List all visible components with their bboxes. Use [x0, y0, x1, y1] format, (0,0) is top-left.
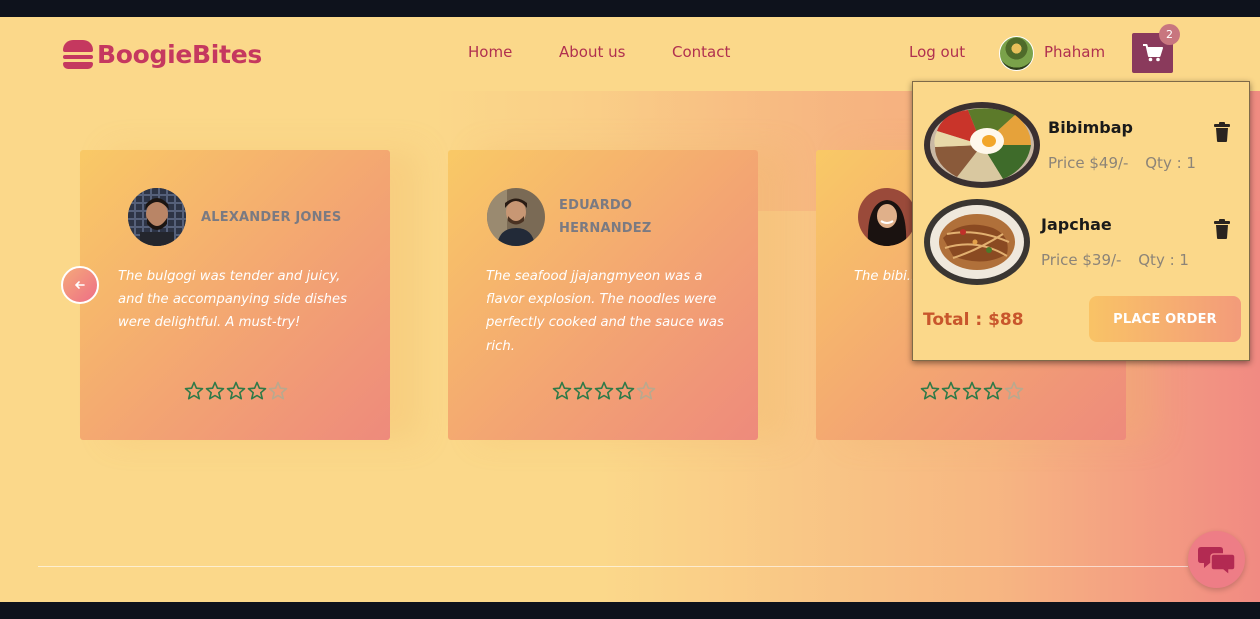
star-filled-icon	[962, 381, 982, 400]
star-filled-icon	[184, 381, 204, 400]
reviewer-avatar	[128, 188, 186, 246]
star-filled-icon	[552, 381, 572, 400]
star-empty-icon	[1004, 381, 1024, 400]
logout-link[interactable]: Log out	[909, 43, 965, 61]
page: BoogieBites Home About us Contact Log ou…	[0, 17, 1260, 602]
nav-contact[interactable]: Contact	[672, 43, 730, 61]
star-filled-icon	[983, 381, 1003, 400]
testimonial-card: ALEXANDER JONES The bulgogi was tender a…	[80, 150, 390, 440]
place-order-button[interactable]: PLACE ORDER	[1089, 296, 1241, 342]
browser-top-bar	[0, 0, 1260, 17]
cart-item-name: Japchae	[1041, 215, 1112, 234]
trash-icon[interactable]	[1213, 122, 1231, 142]
chat-button[interactable]	[1188, 531, 1245, 588]
star-empty-icon	[636, 381, 656, 400]
trash-icon[interactable]	[1213, 219, 1231, 239]
review-text: The seafood jjajangmyeon was a flavor ex…	[486, 269, 724, 354]
shopping-cart-icon	[1142, 44, 1163, 62]
cart-item-qty: Qty : 1	[1145, 154, 1196, 172]
star-rating	[184, 381, 288, 401]
star-filled-icon	[941, 381, 961, 400]
cart-item-price: Price $49/-	[1048, 154, 1129, 172]
review-text: The bulgogi was tender and juicy, and th…	[118, 269, 347, 331]
cart-item-name: Bibimbap	[1048, 118, 1133, 137]
cart-item-qty: Qty : 1	[1138, 251, 1189, 269]
nav-about-us[interactable]: About us	[559, 43, 625, 61]
burger-icon	[62, 38, 94, 70]
brand-logo[interactable]: BoogieBites	[62, 38, 262, 70]
cart-item-meta: Price $49/- Qty : 1	[1048, 154, 1196, 172]
user-avatar[interactable]	[999, 36, 1034, 71]
cart-item-price: Price $39/-	[1041, 251, 1122, 269]
carousel-prev-button[interactable]	[61, 266, 99, 304]
star-filled-icon	[594, 381, 614, 400]
reviewer-name: ALEXANDER JONES	[201, 210, 342, 225]
cart-total: Total : $88	[923, 310, 1024, 330]
reviewer-avatar	[858, 188, 916, 246]
arrow-left-icon	[75, 281, 85, 289]
star-rating	[920, 381, 1024, 401]
testimonial-card: EDUARDO HERNANDEZ The seafood jjajangmye…	[448, 150, 758, 440]
browser-bottom-bar	[0, 602, 1260, 619]
star-filled-icon	[226, 381, 246, 400]
cart-item-image	[923, 198, 1031, 286]
cart-count-badge: 2	[1159, 24, 1180, 45]
star-empty-icon	[268, 381, 288, 400]
cart-dropdown: Bibimbap Price $49/- Qty : 1 Japchae Pri…	[912, 81, 1250, 361]
star-filled-icon	[247, 381, 267, 400]
star-filled-icon	[615, 381, 635, 400]
star-rating	[552, 381, 656, 401]
brand-name: BoogieBites	[97, 39, 262, 69]
reviewer-name: EDUARDO HERNANDEZ	[559, 198, 652, 236]
user-name[interactable]: Phaham	[1044, 43, 1105, 61]
star-filled-icon	[205, 381, 225, 400]
section-divider	[38, 566, 1188, 567]
nav-home[interactable]: Home	[468, 43, 512, 61]
chat-bubbles-icon	[1197, 546, 1236, 576]
cart-item-image	[923, 101, 1041, 189]
star-filled-icon	[920, 381, 940, 400]
star-filled-icon	[573, 381, 593, 400]
cart-item-meta: Price $39/- Qty : 1	[1041, 251, 1189, 269]
reviewer-avatar	[487, 188, 545, 246]
